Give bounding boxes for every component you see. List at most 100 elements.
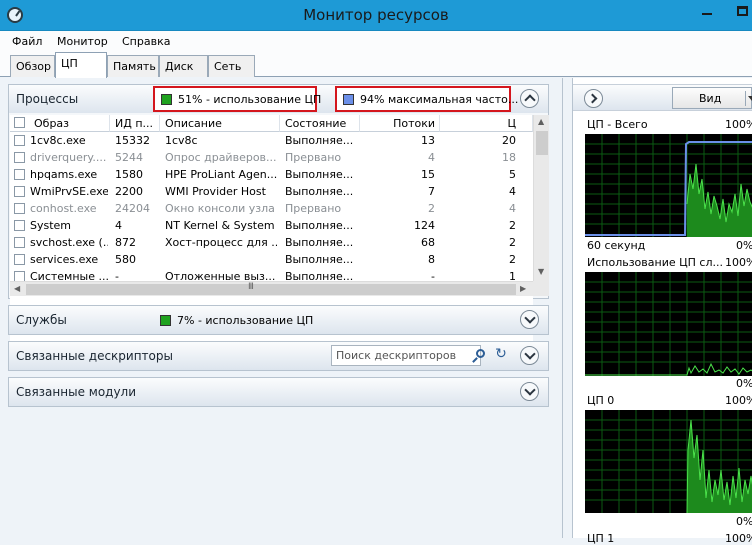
vertical-scroll-thumb[interactable] <box>536 131 548 155</box>
graph-service-cpu-max: 100% <box>725 256 752 269</box>
cell-image: 1cv8c.exe <box>30 134 86 147</box>
row-checkbox[interactable] <box>14 152 25 163</box>
cell-pid: 4 <box>115 219 122 232</box>
services-cpu-text: 7% - использование ЦП <box>177 314 314 327</box>
expand-modules-button[interactable] <box>520 382 539 401</box>
column-cpu-label: Ц <box>507 117 516 130</box>
graph-cpu-total-label: ЦП - Всего <box>587 118 648 131</box>
column-pid[interactable]: ИД п... <box>110 115 160 132</box>
handles-header[interactable]: Связанные дескрипторы Поиск дескрипторов… <box>9 342 548 370</box>
row-checkbox[interactable] <box>14 254 25 265</box>
select-all-checkbox[interactable] <box>14 117 25 128</box>
modules-title: Связанные модули <box>16 385 137 399</box>
scroll-up-arrow-icon[interactable]: ▲ <box>538 117 544 126</box>
expand-handles-button[interactable] <box>520 346 539 365</box>
scroll-down-arrow-icon[interactable]: ▼ <box>538 267 544 276</box>
cell-image: hpqams.exe <box>30 168 98 181</box>
menu-monitor[interactable]: Монитор <box>57 35 108 48</box>
services-section[interactable]: Службы 7% - использование ЦП <box>8 305 549 335</box>
column-threads[interactable]: Потоки <box>360 115 440 132</box>
cell-threads: 68 <box>421 236 435 249</box>
column-image[interactable]: Образ <box>10 115 110 132</box>
tab-network[interactable]: Сеть <box>208 55 255 77</box>
table-row[interactable]: services.exe 580 Выполняе... 8 2 <box>10 251 533 268</box>
graph-service-cpu-label: Использование ЦП сл... <box>587 256 723 269</box>
collapse-processes-button[interactable] <box>520 89 539 108</box>
column-image-label: Образ <box>34 117 70 130</box>
processes-section: Процессы 51% - использование ЦП 94% макс… <box>8 84 549 351</box>
refresh-icon[interactable]: ↻ <box>493 346 509 364</box>
services-title: Службы <box>16 313 67 327</box>
row-checkbox[interactable] <box>14 169 25 180</box>
cell-threads: 13 <box>421 134 435 147</box>
menu-bar: Файл Монитор Справка <box>0 31 752 52</box>
view-label: Вид <box>699 92 722 105</box>
tab-bar: Обзор ЦП Память Диск Сеть <box>0 52 752 78</box>
graph-cpu0-label: ЦП 0 <box>587 394 615 407</box>
cell-pid: 2200 <box>115 185 143 198</box>
row-checkbox[interactable] <box>14 186 25 197</box>
cell-image: driverquery.... <box>30 151 107 164</box>
dropdown-divider <box>745 91 746 106</box>
table-row[interactable]: 1cv8c.exe 15332 1cv8c Выполняе... 13 20 <box>10 132 533 149</box>
table-row[interactable]: driverquery.... 5244 Опрос драйверов... Пре… <box>10 149 533 166</box>
collapse-graphs-button[interactable] <box>584 89 603 108</box>
modules-header[interactable]: Связанные модули <box>9 378 548 406</box>
handles-section[interactable]: Связанные дескрипторы Поиск дескрипторов… <box>8 341 549 371</box>
cell-pid: 1580 <box>115 168 143 181</box>
cell-description: Окно консоли узла <box>165 202 275 215</box>
column-description[interactable]: Описание <box>160 115 280 132</box>
cell-description: Хост-процесс для ... <box>165 236 277 249</box>
pane-splitter[interactable] <box>556 78 570 538</box>
blue-swatch-icon <box>343 94 354 105</box>
table-row[interactable]: System 4 NT Kernel & System Выполняе... 124 2 <box>10 217 533 234</box>
modules-section[interactable]: Связанные модули <box>8 377 549 407</box>
cell-image: svchost.exe (... <box>30 236 108 249</box>
table-row[interactable]: WmiPrvSE.exe 2200 WMI Provider Host Выполня… <box>10 183 533 200</box>
cell-cpu: 4 <box>509 185 516 198</box>
scroll-left-arrow-icon[interactable]: ◀ <box>14 284 20 293</box>
menu-file[interactable]: Файл <box>12 35 42 48</box>
search-icon[interactable] <box>476 349 485 358</box>
minimize-button[interactable] <box>690 0 724 22</box>
maximize-icon <box>737 6 748 16</box>
row-checkbox[interactable] <box>14 237 25 248</box>
row-checkbox[interactable] <box>14 203 25 214</box>
cell-pid: 580 <box>115 253 136 266</box>
services-header[interactable]: Службы 7% - использование ЦП <box>9 306 548 334</box>
cell-pid: 872 <box>115 236 136 249</box>
scrollbar-corner <box>533 281 549 296</box>
column-cpu[interactable]: ▼ Ц <box>440 115 533 132</box>
tab-memory[interactable]: Память <box>107 55 159 77</box>
graph-cpu0-max: 100% <box>725 394 752 407</box>
handles-search-input[interactable]: Поиск дескрипторов <box>331 345 481 366</box>
graphs-pane: Вид ЦП - Всего 100% 60 секунд 0% Использ… <box>572 78 752 545</box>
row-checkbox[interactable] <box>14 220 25 231</box>
graph-cpu1-max: 100% <box>725 532 752 545</box>
tab-overview[interactable]: Обзор <box>10 55 55 77</box>
maximize-button[interactable] <box>728 0 752 22</box>
column-state[interactable]: Состояние <box>280 115 360 132</box>
cell-threads: 8 <box>428 253 435 266</box>
cell-state: Прервано <box>285 202 342 215</box>
max-frequency-text: 94% максимальная часто... <box>360 93 519 106</box>
processes-header[interactable]: Процессы 51% - использование ЦП 94% макс… <box>9 85 548 113</box>
expand-services-button[interactable] <box>520 310 539 329</box>
table-row[interactable]: svchost.exe (... 872 Хост-процесс для ... В… <box>10 234 533 251</box>
horizontal-scroll-thumb[interactable] <box>26 282 516 295</box>
view-dropdown-button[interactable]: Вид <box>672 87 752 109</box>
row-checkbox[interactable] <box>14 135 25 146</box>
cell-description: Опрос драйверов... <box>165 151 277 164</box>
cell-threads: 15 <box>421 168 435 181</box>
tab-cpu[interactable]: ЦП <box>55 52 107 78</box>
menu-help[interactable]: Справка <box>122 35 170 48</box>
vertical-scrollbar[interactable]: ▲ ▼ <box>533 115 549 281</box>
tab-disk[interactable]: Диск <box>159 55 208 77</box>
table-row[interactable]: conhost.exe 24204 Окно консоли узла Прерван… <box>10 200 533 217</box>
cell-description: NT Kernel & System <box>165 219 275 232</box>
scroll-right-arrow-icon[interactable]: ▶ <box>520 284 526 293</box>
cell-description: WMI Provider Host <box>165 185 266 198</box>
table-row[interactable]: hpqams.exe 1580 HPE ProLiant Agen... Выполн… <box>10 166 533 183</box>
service-cpu-graph-plot <box>585 272 752 376</box>
horizontal-scrollbar[interactable]: ◀ ▶ <box>10 281 533 296</box>
